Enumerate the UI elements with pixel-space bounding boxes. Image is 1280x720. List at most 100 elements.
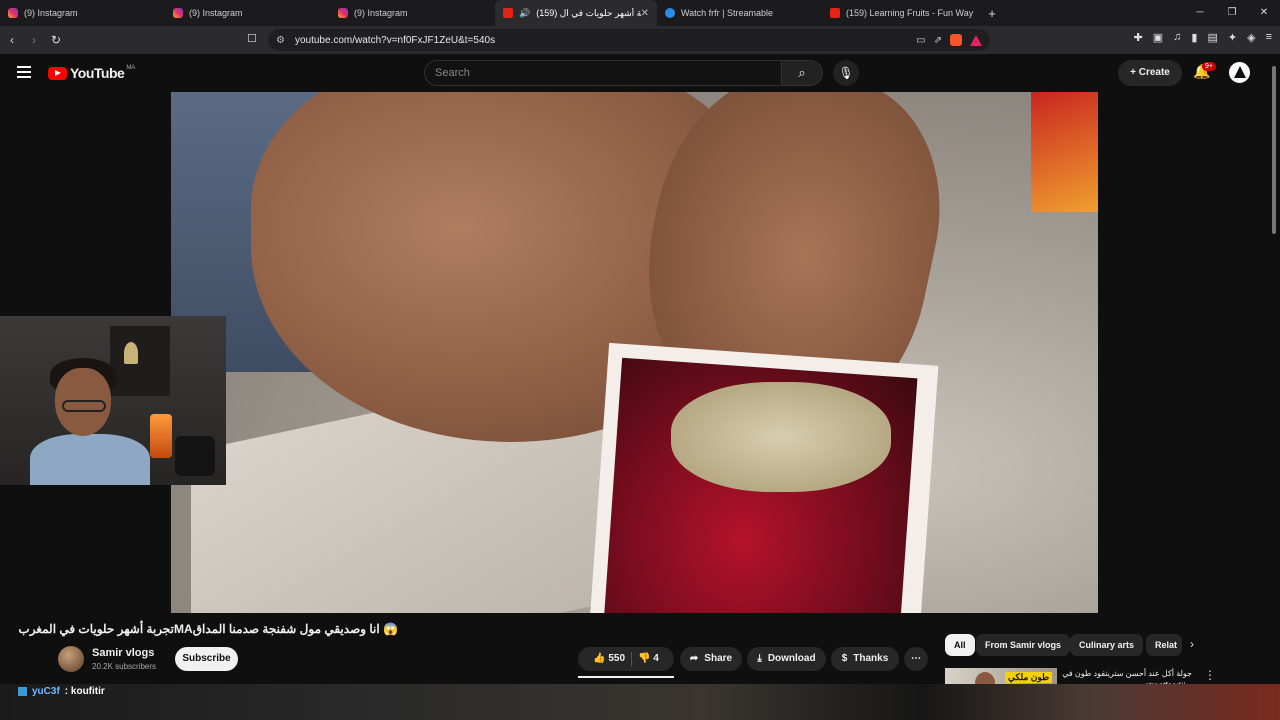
chip-all[interactable]: All — [945, 634, 975, 656]
search-button[interactable]: ⌕ — [781, 60, 823, 86]
browser-tab-streamable[interactable]: Watch frfr | Streamable — [657, 0, 822, 26]
share-page-icon[interactable]: ⇗ — [934, 35, 942, 46]
reload-button[interactable]: ↻ — [46, 33, 66, 47]
share-icon: ➦ — [689, 653, 699, 664]
thumbs-up-icon: 👍 — [593, 653, 606, 664]
thanks-button[interactable]: $ Thanks — [831, 647, 899, 671]
close-window-button[interactable]: ✕ — [1248, 0, 1280, 26]
like-count: 550 — [608, 653, 626, 664]
download-label: Download — [767, 653, 816, 664]
webcam-mic — [175, 436, 215, 476]
url-text[interactable]: youtube.com/watch?v=nf0FxJF1ZeU&t=540s — [295, 35, 495, 46]
like-ratio-bar — [578, 676, 674, 678]
hamburger-menu-icon[interactable] — [17, 66, 31, 81]
cast-icon[interactable]: ▭ — [916, 35, 925, 46]
instagram-icon — [8, 8, 18, 18]
browser-tab-youtube-active[interactable]: 🔊 (159) تجربة أشهر حلويات في ال ✕ — [495, 0, 657, 26]
divider — [631, 652, 633, 666]
super-thanks-icon: $ — [841, 653, 848, 664]
minimize-button[interactable]: ─ — [1184, 0, 1216, 26]
kebab-menu-icon[interactable]: ⋮ — [1204, 668, 1216, 682]
more-actions-button[interactable]: ⋯ — [904, 647, 928, 671]
browser-tab-instagram-2[interactable]: (9) Instagram — [165, 0, 330, 26]
webcam-lamp — [150, 414, 172, 458]
screenshot-icon[interactable]: ▣ — [1153, 31, 1163, 44]
like-dislike-bar: 👍 550 👎 4 — [578, 647, 674, 671]
webcam-glasses — [62, 400, 106, 412]
browser-tab-youtube-2[interactable]: (159) Learning Fruits - Fun Way to Bu — [822, 0, 982, 26]
tab-label: (9) Instagram — [354, 8, 408, 18]
subscriber-count: 20.2K subscribers — [92, 662, 157, 671]
chip-culinary-arts[interactable]: Culinary arts — [1070, 634, 1144, 656]
video-title: 😱 انا وصديقي مول شفنجة صدمنا المداقMAتجر… — [18, 622, 398, 636]
browser-tab-instagram-1[interactable]: (9) Instagram — [0, 0, 165, 26]
vpn-icon[interactable]: ◈ — [1247, 31, 1255, 44]
voice-search-button[interactable]: 🎙 — [833, 60, 859, 86]
instagram-icon — [173, 8, 183, 18]
dislike-button[interactable]: 👎 4 — [638, 647, 659, 671]
leo-ai-icon[interactable]: ✦ — [1228, 31, 1237, 44]
download-icon: ⤓ — [757, 653, 762, 664]
window-controls: ─ ❐ ✕ — [1184, 0, 1280, 26]
download-button[interactable]: ⤓ Download — [747, 647, 826, 671]
maximize-button[interactable]: ❐ — [1216, 0, 1248, 26]
youtube-logo[interactable]: YouTube MA — [48, 65, 135, 81]
chip-from-channel[interactable]: From Samir vlogs — [976, 634, 1071, 656]
new-tab-button[interactable]: + — [982, 6, 1002, 21]
channel-name[interactable]: Samir vlogs — [92, 647, 154, 659]
streamer-webcam — [0, 316, 226, 485]
subscribe-button[interactable]: Subscribe — [175, 647, 238, 671]
browser-toolbar: ‹ › ↻ ☐ ⚙ youtube.com/watch?v=nf0FxJF1Ze… — [0, 26, 1280, 54]
forward-button[interactable]: › — [24, 33, 44, 47]
microphone-icon: 🎙 — [838, 66, 854, 80]
close-tab-icon[interactable]: ✕ — [641, 8, 649, 19]
page-scrollbar[interactable] — [1272, 66, 1276, 234]
share-label: Share — [704, 653, 733, 664]
youtube-header: YouTube MA Search ⌕ 🎙 + Create 🔔 9+ — [0, 54, 1280, 92]
streamable-icon — [665, 8, 675, 18]
tab-label: (9) Instagram — [24, 8, 78, 18]
chat-username: yuC3f — [32, 686, 60, 697]
brave-rewards-icon[interactable] — [970, 34, 982, 46]
media-icon[interactable]: ♫ — [1173, 31, 1181, 44]
channel-avatar[interactable] — [58, 646, 84, 672]
browser-tabstrip: (9) Instagram (9) Instagram (9) Instagra… — [0, 0, 1280, 26]
sidebar-icon[interactable]: ▮ — [1191, 31, 1197, 44]
bookmark-icon[interactable]: ☐ — [247, 32, 257, 45]
create-button[interactable]: + Create — [1118, 60, 1182, 86]
speaker-icon[interactable]: 🔊 — [519, 8, 530, 19]
stream-overlay-strip — [0, 684, 1280, 720]
more-icon: ⋯ — [911, 653, 921, 664]
video-frame-cream — [671, 382, 891, 492]
stream-chat-message: yuC3f : koufitir — [18, 686, 105, 697]
country-code: MA — [126, 65, 136, 71]
tab-label: (159) تجربة أشهر حلويات في ال — [536, 7, 641, 18]
tab-label: Watch frfr | Streamable — [681, 8, 774, 18]
like-button[interactable]: 👍 550 — [593, 647, 625, 671]
logo-text: YouTube — [70, 65, 125, 81]
search-input[interactable]: Search — [424, 60, 782, 86]
plus-icon: + — [1130, 67, 1139, 78]
search-icon: ⌕ — [798, 65, 806, 80]
share-button[interactable]: ➦ Share — [680, 647, 742, 671]
account-avatar[interactable] — [1229, 62, 1250, 83]
chat-text: : koufitir — [64, 686, 105, 697]
chevron-right-icon[interactable]: › — [1190, 637, 1194, 651]
back-button[interactable]: ‹ — [2, 33, 22, 47]
menu-icon[interactable]: ≡ — [1266, 31, 1272, 44]
dislike-count: 4 — [653, 653, 659, 664]
wallet-icon[interactable]: ▤ — [1207, 31, 1217, 44]
webcam-shelf — [110, 326, 170, 396]
thanks-label: Thanks — [853, 653, 889, 664]
brave-shields-icon[interactable] — [950, 34, 962, 46]
video-player[interactable] — [171, 92, 1098, 613]
extensions-icon[interactable]: ✚ — [1134, 31, 1143, 44]
browser-tab-instagram-3[interactable]: (9) Instagram — [330, 0, 495, 26]
youtube-play-icon — [48, 66, 67, 80]
instagram-icon — [338, 8, 348, 18]
notification-badge: 9+ — [1202, 62, 1216, 71]
site-info-icon[interactable]: ⚙ — [276, 35, 285, 46]
youtube-icon — [503, 8, 513, 18]
address-bar[interactable]: ⚙ youtube.com/watch?v=nf0FxJF1ZeU&t=540s… — [268, 29, 990, 51]
chip-related[interactable]: Relat — [1146, 634, 1182, 656]
